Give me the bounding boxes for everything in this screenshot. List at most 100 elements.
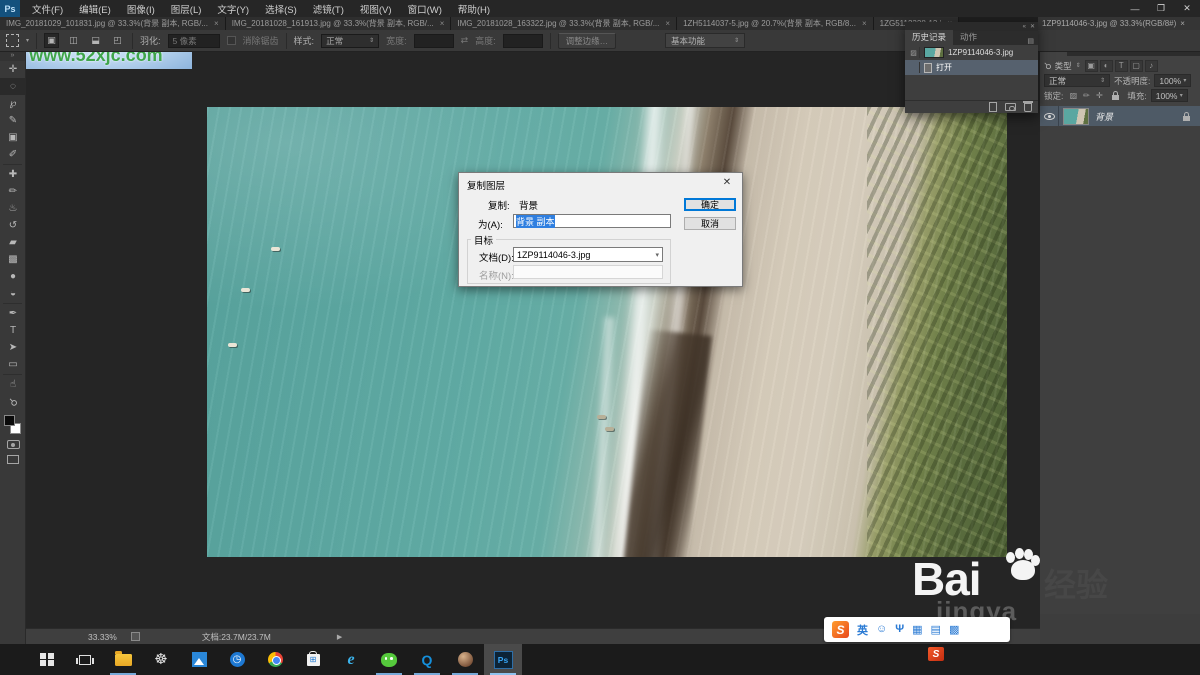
toolbar-collapse-icon[interactable]: » xyxy=(0,52,25,61)
close-button[interactable]: ✕ xyxy=(1174,0,1200,17)
lock-icon-0[interactable]: ▨ xyxy=(1067,90,1079,102)
menu-item-4[interactable]: 文字(Y) xyxy=(217,2,249,16)
feather-input[interactable]: 5 像素 xyxy=(168,34,220,48)
taskbar-qq-browser-icon[interactable]: Q xyxy=(408,644,446,675)
menu-item-8[interactable]: 窗口(W) xyxy=(408,2,442,16)
taskbar-settings-icon[interactable]: ☸ xyxy=(142,644,180,675)
panel-menu-icon[interactable]: ▤ xyxy=(1027,37,1038,45)
taskbar-chrome-icon[interactable] xyxy=(256,644,294,675)
menu-item-2[interactable]: 图像(I) xyxy=(127,2,155,16)
sogou-logo-icon[interactable]: S xyxy=(832,621,849,638)
clone-stamp-tool-icon[interactable]: ♨ xyxy=(0,200,26,217)
menu-item-6[interactable]: 滤镜(T) xyxy=(313,2,344,16)
foreground-color-swatch[interactable] xyxy=(4,415,15,426)
layer-row-background[interactable]: 背景 xyxy=(1040,106,1200,126)
ok-button[interactable]: 确定 xyxy=(684,198,736,211)
subtract-selection-mode-icon[interactable]: ⬓ xyxy=(88,33,103,48)
add-selection-mode-icon[interactable]: ◫ xyxy=(66,33,81,48)
delete-state-icon[interactable] xyxy=(1024,103,1032,112)
taskbar-file-explorer-icon[interactable] xyxy=(104,644,142,675)
style-select[interactable]: 正常 ⇕ xyxy=(321,34,379,48)
tab-close-icon[interactable]: × xyxy=(862,19,867,28)
document-tab-0[interactable]: IMG_20181029_101831.jpg @ 33.3%(背景 副本, R… xyxy=(0,17,226,30)
document-tab-active[interactable]: 1ZP9114046-3.jpg @ 33.3%(RGB/8#) × xyxy=(1038,17,1200,30)
ime-icon-0[interactable]: ☺ xyxy=(876,623,887,636)
taskbar-start-icon[interactable] xyxy=(28,644,66,675)
restore-button[interactable]: ❐ xyxy=(1148,0,1174,17)
refine-edge-button[interactable]: 调整边缘… xyxy=(558,33,617,49)
swap-dimensions-icon[interactable]: ⇄ xyxy=(461,35,469,46)
blur-tool-icon[interactable]: ● xyxy=(0,268,26,285)
tab-history[interactable]: 历史记录 xyxy=(905,30,953,45)
collapse-panel-icon[interactable]: « xyxy=(1023,24,1026,30)
quick-mask-icon[interactable] xyxy=(0,437,26,452)
cancel-button[interactable]: 取消 xyxy=(684,217,736,230)
ime-icon-1[interactable]: Ψ xyxy=(895,623,904,636)
crop-tool-icon[interactable]: ▣ xyxy=(0,129,26,146)
eye-icon[interactable] xyxy=(1044,113,1055,120)
height-input[interactable] xyxy=(503,34,543,48)
lock-icon-2[interactable]: ✛ xyxy=(1093,90,1105,102)
menu-item-0[interactable]: 文件(F) xyxy=(32,2,63,16)
opacity-input[interactable]: 100% ▾ xyxy=(1154,74,1191,87)
ime-icon-3[interactable]: ▤ xyxy=(931,623,941,636)
menu-item-7[interactable]: 视图(V) xyxy=(360,2,392,16)
document-tab-2[interactable]: IMG_20181028_163322.jpg @ 33.3%(背景 副本, R… xyxy=(451,17,677,30)
ime-icon-2[interactable]: ▦ xyxy=(912,623,922,636)
history-step-row[interactable]: 打开 xyxy=(905,60,1038,75)
path-selection-tool-icon[interactable]: ➤ xyxy=(0,339,26,356)
taskbar-contacts-icon[interactable] xyxy=(446,644,484,675)
filter-icon-3[interactable]: ▢ xyxy=(1130,60,1143,72)
gradient-tool-icon[interactable]: ▩ xyxy=(0,251,26,268)
visibility-cell[interactable] xyxy=(1040,106,1059,126)
filter-icon-1[interactable]: ◐ xyxy=(1100,60,1113,72)
ime-icon-4[interactable]: ▩ xyxy=(949,623,959,636)
new-snapshot-icon[interactable] xyxy=(1005,103,1016,111)
taskbar-photoshop-icon[interactable]: Ps xyxy=(484,644,522,675)
history-brush-tool-icon[interactable]: ↺ xyxy=(0,217,26,234)
lock-all-icon[interactable] xyxy=(1109,90,1121,102)
close-panel-icon[interactable]: ✕ xyxy=(1030,23,1035,30)
taskbar-internet-explorer-icon[interactable]: e xyxy=(332,644,370,675)
pen-tool-icon[interactable]: ✒ xyxy=(0,305,26,322)
history-brush-source-cell[interactable] xyxy=(908,62,920,73)
document-select[interactable]: 1ZP9114046-3.jpg ▾ xyxy=(513,247,663,262)
new-document-from-state-icon[interactable] xyxy=(989,102,997,112)
ime-language-mode[interactable]: 英 xyxy=(857,622,868,638)
tab-close-icon[interactable]: × xyxy=(665,19,670,28)
taskbar-photos-icon[interactable] xyxy=(180,644,218,675)
tab-close-icon[interactable]: × xyxy=(214,19,219,28)
taskbar-clock-icon[interactable]: ◷ xyxy=(218,644,256,675)
history-snapshot-row[interactable]: ▨ 1ZP9114046-3.jpg xyxy=(905,45,1038,60)
document-tab-3[interactable]: 1ZH5114037-5.jpg @ 20.7%(背景 副本, RGB/8...… xyxy=(677,17,874,30)
brush-tool-icon[interactable]: ✏ xyxy=(0,183,26,200)
move-tool-icon[interactable]: ✛ xyxy=(0,61,26,78)
history-brush-source-icon[interactable]: ▨ xyxy=(908,47,920,58)
taskbar-wechat-icon[interactable] xyxy=(370,644,408,675)
eyedropper-tool-icon[interactable]: ✐ xyxy=(0,146,26,163)
dodge-tool-icon[interactable]: ◒ xyxy=(0,285,26,302)
width-input[interactable] xyxy=(414,34,454,48)
filter-icon-0[interactable]: ▣ xyxy=(1085,60,1098,72)
tool-preset-icon[interactable] xyxy=(6,34,19,47)
menu-item-3[interactable]: 图层(L) xyxy=(171,2,202,16)
blend-mode-select[interactable]: 正常 ⇕ xyxy=(1044,74,1110,87)
layer-thumbnail[interactable] xyxy=(1063,108,1089,125)
minimize-button[interactable]: — xyxy=(1122,0,1148,17)
taskbar-store-icon[interactable]: ⊞ xyxy=(294,644,332,675)
layer-name[interactable]: 背景 xyxy=(1095,110,1113,123)
menu-item-1[interactable]: 编辑(E) xyxy=(79,2,111,16)
lasso-tool-icon[interactable]: ℘ xyxy=(0,95,26,112)
taskbar-task-view-icon[interactable] xyxy=(66,644,104,675)
intersect-selection-mode-icon[interactable]: ◰ xyxy=(110,33,125,48)
tab-actions[interactable]: 动作 xyxy=(953,30,984,45)
menu-item-9[interactable]: 帮助(H) xyxy=(458,2,490,16)
tab-close-icon[interactable]: × xyxy=(1180,19,1185,28)
hand-tool-icon[interactable]: ☝ xyxy=(0,376,26,393)
chevron-down-icon[interactable]: ▾ xyxy=(26,37,29,44)
eraser-tool-icon[interactable]: ▰ xyxy=(0,234,26,251)
document-tab-1[interactable]: IMG_20181028_161913.jpg @ 33.3%(背景 副本, R… xyxy=(226,17,452,30)
quick-selection-tool-icon[interactable]: ✎ xyxy=(0,112,26,129)
screen-mode-icon[interactable] xyxy=(0,452,26,467)
shape-tool-icon[interactable]: ▭ xyxy=(0,356,26,373)
